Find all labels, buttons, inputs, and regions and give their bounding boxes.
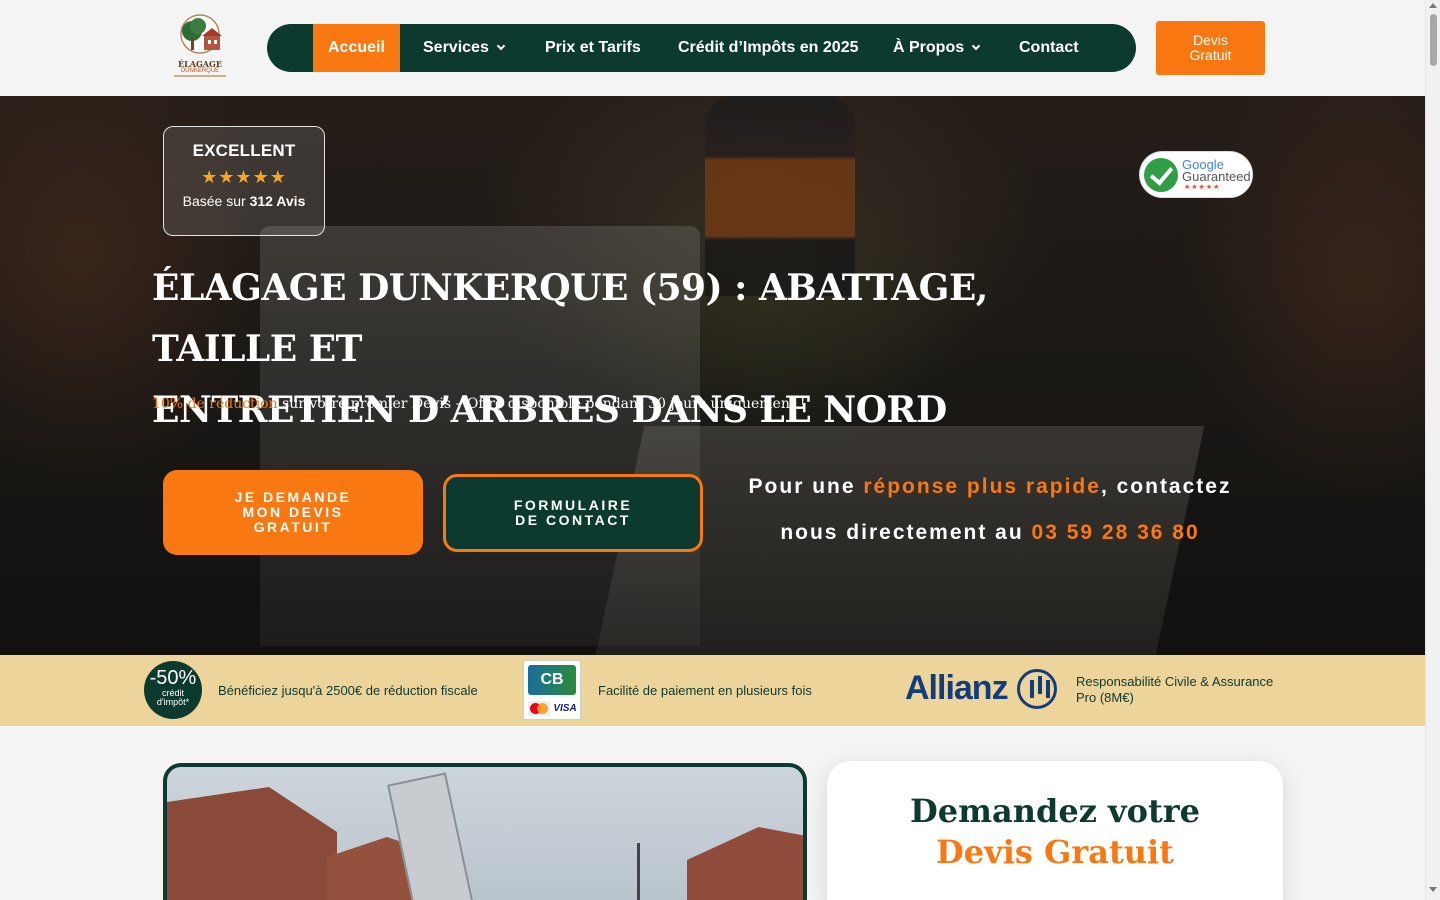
badge-stars-icon: ★★★★★ [1184,184,1221,191]
page-title: ÉLAGAGE DUNKERQUE (59) : ABATTAGE, TAILL… [152,258,1092,441]
insurance-line1: Responsabilité Civile & Assurance [1076,674,1274,689]
rating-prefix: Basée sur [182,193,246,209]
trust-strip: -50% crédit d'impôt* Bénéficiez jusqu'à … [0,655,1425,726]
payment-cards-icon: CB VISA [523,660,581,720]
hero-section: EXCELLENT ★★★★★ Basée sur 312 Avis Googl… [0,96,1425,655]
contact-button-line1: FORMULAIRE [513,497,633,513]
nav-item-label: Contact [1019,39,1079,56]
contact-pre: Pour une [748,475,864,498]
chevron-down-icon [496,41,506,51]
contact-button-line2: DE CONTACT [515,512,631,528]
chevron-down-icon [971,41,981,51]
checkmark-icon [1144,158,1178,192]
quote-button-line2: MON DEVIS [242,504,344,520]
badge-percent: -50% [149,667,197,689]
nav-item-label: Services [423,39,489,56]
nav-item-label: À Propos [893,39,965,56]
service-photo [163,763,807,900]
allianz-emblem-icon [1017,669,1057,709]
google-guaranteed-badge: Google Guaranteed ★★★★★ [1139,151,1253,198]
nav-item-label: Accueil [328,39,385,56]
page-scrollbar[interactable] [1425,0,1440,900]
scrollbar-thumb[interactable] [1430,14,1437,66]
devis-gratuit-button[interactable]: Devis Gratuit [1156,21,1265,75]
promo-text: 10% de réduction sur votre premier Devis… [152,396,806,412]
nav-item-prix[interactable]: Prix et Tarifs [545,24,641,72]
nav-item-a-propos[interactable]: À Propos [893,24,981,72]
photo-house-right [687,827,803,900]
insurance-line2: Pro (8M€) [1076,690,1134,705]
promo-rest: sur votre premier Devis – Offre disponib… [277,396,806,412]
nav-item-services[interactable]: Services [423,24,506,72]
allianz-logo: Allianz [905,669,1009,707]
tax-credit-badge: -50% crédit d'impôt* [144,661,202,719]
scroll-down-icon[interactable] [1429,887,1437,892]
request-quote-button[interactable]: JE DEMANDE MON DEVIS GRATUIT [163,470,423,555]
nav-item-credit-impots[interactable]: Crédit d’Impôts en 2025 [678,24,859,72]
quote-form-card: Demandez votre Devis Gratuit [827,761,1283,900]
rating-title: EXCELLENT [192,141,296,160]
badge-line2: d'impôt* [156,697,190,707]
badge-guaranteed-text: Guaranteed [1182,169,1251,184]
site-logo[interactable]: ÉLAGAGE DUNKERQUE [172,14,228,80]
nav-item-accueil[interactable]: Accueil [313,24,400,72]
logo-city: DUNKERQUE [180,68,220,74]
form-title-line2: Devis Gratuit [936,833,1174,871]
photo-house-left [167,787,337,900]
payment-text: Facilité de paiement en plusieurs fois [598,683,812,698]
title-line1: ÉLAGAGE DUNKERQUE (59) : ABATTAGE, TAILL… [152,267,988,370]
promo-highlight: 10% de réduction [152,396,278,412]
nav-item-label: Prix et Tarifs [545,39,641,56]
devis-button-line1: Devis [1192,32,1228,48]
mastercard-icon [528,701,550,716]
quote-button-line1: JE DEMANDE [234,489,352,505]
logo-tagline-bar [174,75,226,77]
devis-button-line2: Gratuit [1189,47,1232,63]
site-header: ÉLAGAGE DUNKERQUE Accueil Services Prix … [0,0,1425,96]
contact-mid: , contactez [1100,475,1232,498]
insurance-text: Responsabilité Civile & Assurance Pro (8… [1076,674,1286,706]
tax-credit-text: Bénéficiez jusqu'à 2500€ de réduction fi… [218,683,478,698]
contact-callout: Pour une réponse plus rapide, contactez … [730,464,1250,556]
form-title-line1: Demandez votre [910,792,1200,830]
contact-form-button[interactable]: FORMULAIRE DE CONTACT [443,474,703,552]
contact-line2: nous directement au [780,521,1032,544]
visa-icon: VISA [553,701,577,716]
photo-street-lamp [637,843,640,900]
contact-highlight: réponse plus rapide [863,475,1101,498]
star-rating-icon: ★★★★★ [201,167,287,187]
nav-item-contact[interactable]: Contact [1019,24,1079,72]
main-nav: Accueil Services Prix et Tarifs Crédit d… [267,24,1136,72]
rating-count: 312 Avis [249,193,306,209]
rating-widget[interactable]: EXCELLENT ★★★★★ Basée sur 312 Avis [163,126,325,236]
cb-card-icon: CB [528,665,576,695]
scroll-up-icon[interactable] [1429,3,1437,8]
tree-house-logo-icon [180,14,222,54]
quote-button-line3: GRATUIT [253,519,333,535]
logo-wordmark: ÉLAGAGE [178,59,222,69]
phone-link[interactable]: 03 59 28 36 80 [1032,521,1200,544]
nav-item-label: Crédit d’Impôts en 2025 [678,39,859,56]
rating-subtitle: Basée sur 312 Avis [164,193,324,209]
